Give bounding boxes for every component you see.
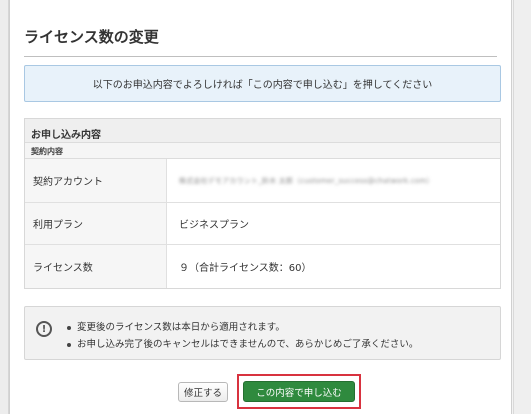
row-contract-account: 契約アカウント 株式会社デモアカウント_鈴木 太郎（customer_succe… — [25, 159, 500, 203]
row-plan: 利用プラン ビジネスプラン — [25, 203, 500, 245]
caution-item: お申し込み完了後のキャンセルはできませんので、あらかじめご了承ください。 — [67, 336, 418, 353]
page-backdrop-left — [0, 0, 9, 414]
details-subsection-title: 契約内容 — [25, 143, 500, 159]
row-label: ライセンス数 — [25, 245, 167, 288]
confirmation-notice-text: 以下のお申込内容でよろしければ「この内容で申し込む」を押してください — [92, 80, 433, 91]
caution-list: 変更後のライセンス数は本日から適用されます。 お申し込み完了後のキャンセルはでき… — [67, 319, 418, 353]
exclamation-circle-icon: ! — [36, 321, 52, 337]
title-divider — [24, 56, 497, 57]
account-value-redacted: 株式会社デモアカウント_鈴木 太郎（customer_success@chatw… — [179, 176, 434, 185]
details-section-title: お申し込み内容 — [25, 119, 500, 143]
license-change-dialog: ライセンス数の変更 以下のお申込内容でよろしければ「この内容で申し込む」を押して… — [9, 0, 512, 414]
dialog-title: ライセンス数の変更 — [24, 28, 159, 46]
application-details: お申し込み内容 契約内容 契約アカウント 株式会社デモアカウント_鈴木 太郎（c… — [24, 118, 501, 289]
row-label: 利用プラン — [25, 203, 167, 244]
row-license-count: ライセンス数 ９（合計ライセンス数：60） — [25, 245, 500, 288]
edit-button[interactable]: 修正する — [178, 382, 228, 402]
row-value: ビジネスプラン — [179, 220, 249, 231]
row-label: 契約アカウント — [25, 159, 167, 202]
submit-button[interactable]: この内容で申し込む — [243, 381, 355, 402]
confirmation-notice: 以下のお申込内容でよろしければ「この内容で申し込む」を押してください — [24, 65, 501, 102]
row-value: 株式会社デモアカウント_鈴木 太郎（customer_success@chatw… — [167, 159, 500, 202]
caution-box: ! 変更後のライセンス数は本日から適用されます。 お申し込み完了後のキャンセルは… — [24, 306, 501, 360]
caution-item: 変更後のライセンス数は本日から適用されます。 — [67, 319, 418, 336]
page-backdrop-right — [513, 0, 531, 414]
row-value: ９（合計ライセンス数：60） — [179, 263, 312, 274]
